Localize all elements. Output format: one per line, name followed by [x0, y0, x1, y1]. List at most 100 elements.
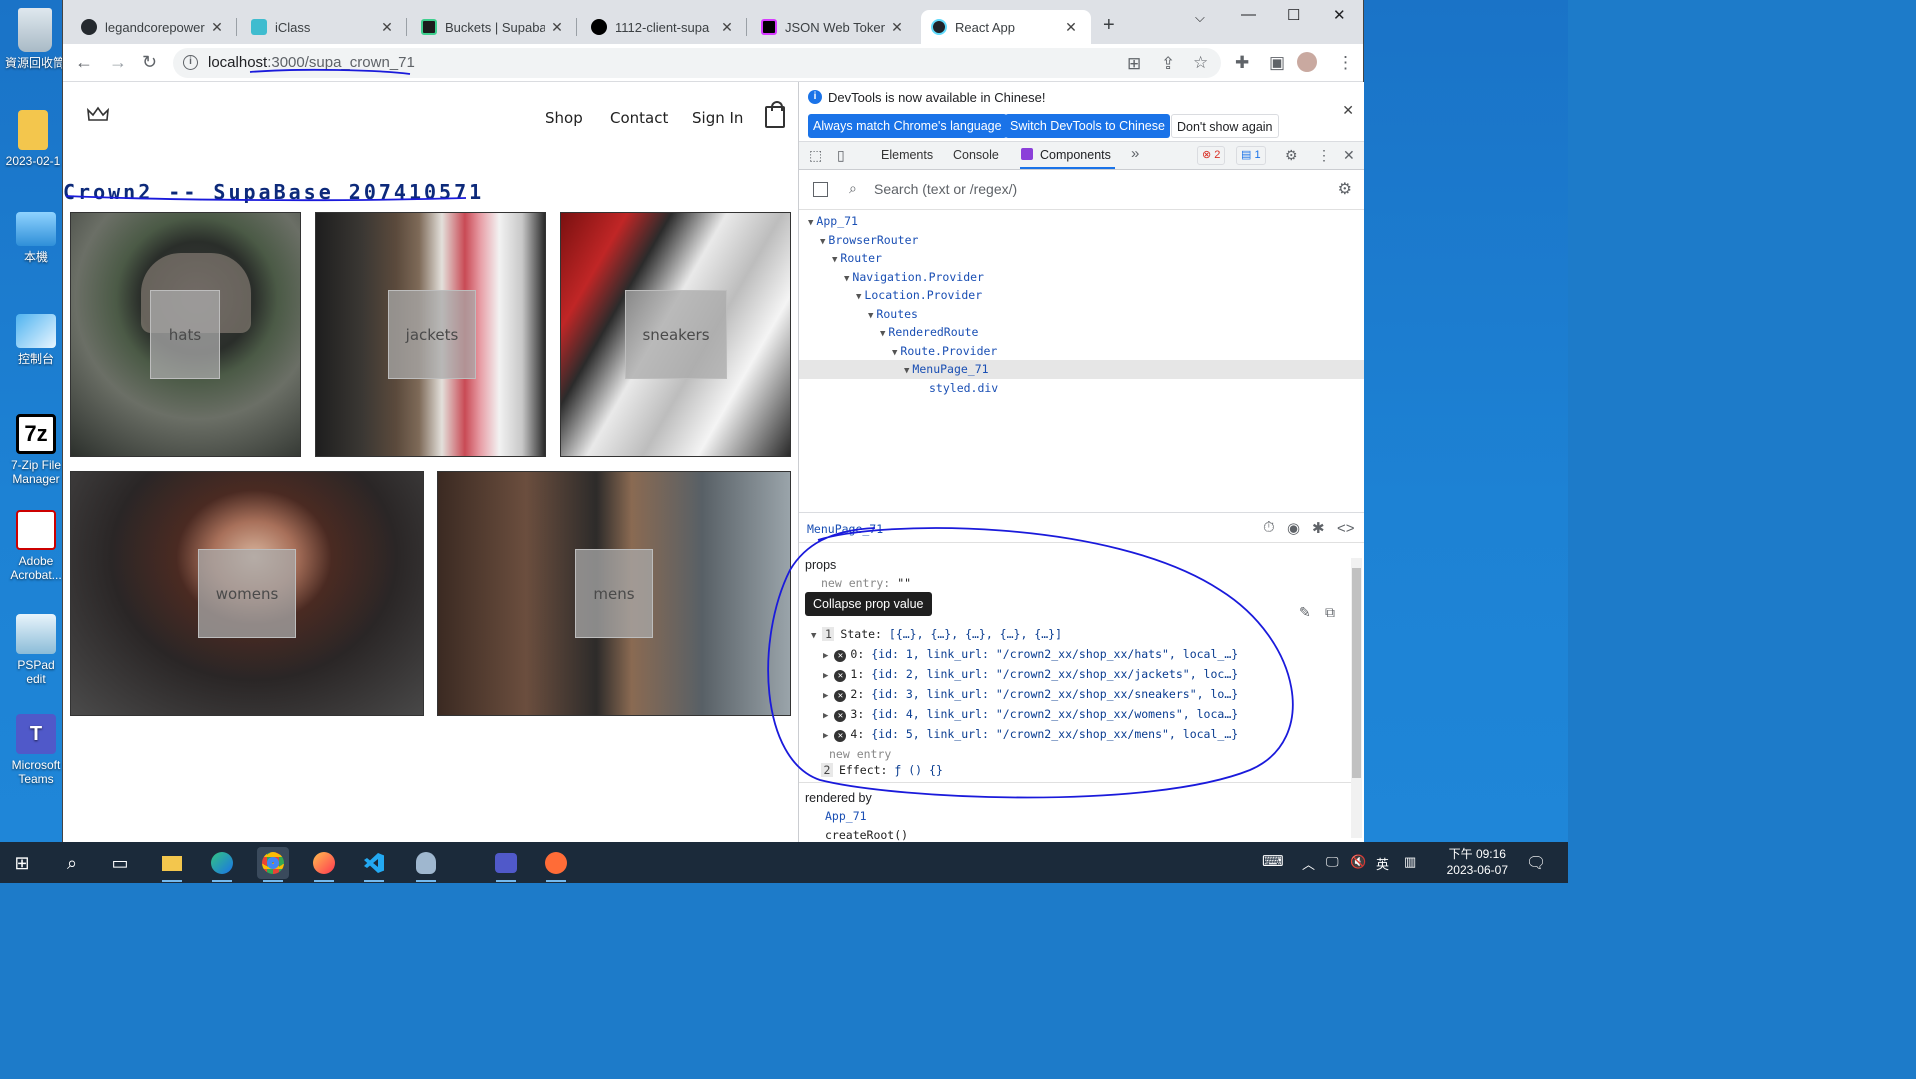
delete-icon[interactable]: ✕ — [834, 650, 847, 662]
ime-mode-icon[interactable]: ▥ — [1404, 854, 1416, 870]
category-card-jackets[interactable]: jackets — [315, 212, 546, 457]
tab-elements[interactable]: Elements — [881, 148, 933, 162]
shopping-bag-icon[interactable] — [765, 101, 785, 128]
inspect-element-icon[interactable]: ⬚ — [809, 147, 822, 164]
nav-sign-in-link[interactable]: Sign In — [692, 109, 743, 127]
hook-state-row[interactable]: ▼ 1 State: [{…}, {…}, {…}, {…}, {…}] — [811, 627, 1062, 641]
ime-indicator[interactable]: 英 — [1376, 854, 1389, 873]
tree-node[interactable]: ▼ Navigation.Provider — [799, 268, 1364, 287]
view-source-icon[interactable]: <> — [1337, 520, 1355, 537]
forward-icon[interactable]: → — [109, 52, 127, 73]
info-icon[interactable]: i — [183, 55, 198, 70]
delete-icon[interactable]: ✕ — [834, 690, 847, 702]
close-window-icon[interactable]: ✕ — [1333, 6, 1346, 24]
postman-icon[interactable] — [540, 847, 572, 882]
category-card-womens[interactable]: womens — [70, 471, 424, 716]
teams-taskbar-icon[interactable] — [490, 847, 522, 882]
tree-node[interactable]: styled.div — [799, 379, 1364, 398]
message-count-badge[interactable]: ▤ 1 — [1236, 146, 1266, 165]
settings-gear-icon[interactable]: ⚙ — [1338, 179, 1352, 199]
desktop-icon-acrobat[interactable]: Adobe Acrobat... — [6, 510, 66, 582]
vscode-icon[interactable] — [358, 847, 390, 882]
state-item[interactable]: ▶ ✕ 1: {id: 2, link_url: "/crown2_xx/shop_… — [823, 667, 1238, 682]
desktop-icon-teams[interactable]: T Microsoft Teams — [6, 714, 66, 786]
desktop-icon-computer[interactable]: 本機 — [6, 212, 66, 264]
postgres-icon[interactable] — [410, 847, 442, 882]
file-explorer-icon[interactable] — [156, 847, 188, 882]
delete-icon[interactable]: ✕ — [834, 730, 847, 742]
nav-shop-link[interactable]: Shop — [545, 109, 583, 127]
desktop-icon-recycle-bin[interactable]: 資源回收筒 — [5, 8, 65, 70]
maximize-icon[interactable]: ☐ — [1287, 6, 1300, 24]
tab-supabase[interactable]: Buckets | Supabas ✕ — [411, 10, 577, 44]
select-component-icon[interactable] — [813, 182, 828, 197]
settings-gear-icon[interactable]: ⚙ — [1285, 147, 1298, 164]
category-card-sneakers[interactable]: sneakers — [560, 212, 791, 457]
close-icon[interactable]: ✕ — [549, 19, 565, 36]
tree-node[interactable]: ▼ Location.Provider — [799, 286, 1364, 305]
desktop-icon-control-panel[interactable]: 控制台 — [6, 314, 66, 366]
tree-node[interactable]: ▼ BrowserRouter — [799, 231, 1364, 250]
eye-icon[interactable]: ◉ — [1287, 519, 1300, 537]
delete-icon[interactable]: ✕ — [834, 710, 847, 722]
timer-icon[interactable]: ⏱ — [1263, 519, 1275, 536]
state-new-entry[interactable]: new entry — [829, 747, 891, 761]
scrollbar-thumb[interactable] — [1352, 568, 1361, 778]
state-item[interactable]: ▶ ✕ 4: {id: 5, link_url: "/crown2_xx/shop_… — [823, 727, 1238, 742]
search-icon[interactable]: ⌕ — [56, 847, 88, 879]
devtools-menu-icon[interactable]: ⋮ — [1317, 147, 1331, 164]
reload-icon[interactable]: ↻ — [142, 52, 157, 73]
crown-logo-icon[interactable] — [87, 106, 109, 122]
side-panel-icon[interactable]: ▣ — [1269, 53, 1285, 73]
tab-console[interactable]: Console — [953, 148, 999, 162]
notifications-icon[interactable]: 🗨 — [1526, 853, 1546, 873]
task-view-icon[interactable]: ▭ — [104, 847, 136, 879]
error-count-badge[interactable]: ⊗ 2 — [1197, 146, 1226, 165]
menu-kebab-icon[interactable]: ⋮ — [1337, 53, 1354, 73]
category-card-mens[interactable]: mens — [437, 471, 791, 716]
switch-to-chinese-button[interactable]: Switch DevTools to Chinese — [1005, 114, 1170, 138]
desktop-icon-folder[interactable]: 2023-02-1 — [3, 110, 63, 168]
new-tab-icon[interactable]: + — [1103, 14, 1115, 37]
volume-muted-icon[interactable]: 🔇 — [1350, 854, 1366, 870]
tree-node-selected[interactable]: ▼ MenuPage_71 — [799, 360, 1364, 379]
device-toolbar-icon[interactable]: ▯ — [837, 147, 845, 164]
share-icon[interactable]: ⇪ — [1161, 54, 1175, 74]
tree-node[interactable]: ▼ Router — [799, 249, 1364, 268]
desktop-icon-pspad[interactable]: PSPad edit — [6, 614, 66, 686]
copy-icon[interactable]: ⧉ — [1325, 604, 1335, 621]
inspector-scrollbar[interactable] — [1351, 558, 1362, 838]
state-item[interactable]: ▶ ✕ 3: {id: 4, link_url: "/crown2_xx/shop_… — [823, 707, 1238, 722]
show-hidden-icons[interactable]: ︿ — [1302, 854, 1315, 873]
more-tabs-icon[interactable]: » — [1131, 145, 1139, 162]
close-icon[interactable]: ✕ — [1063, 19, 1079, 36]
category-card-hats[interactable]: hats — [70, 212, 301, 457]
profile-avatar[interactable] — [1297, 52, 1317, 72]
tab-github[interactable]: legandcorepower ✕ — [71, 10, 237, 44]
desktop-icon-7zip[interactable]: 7z 7-Zip File Manager — [6, 414, 66, 486]
translate-icon[interactable]: ⊞ — [1127, 54, 1141, 74]
tab-vercel[interactable]: 1112-client-supa ✕ — [581, 10, 747, 44]
bookmark-star-icon[interactable]: ☆ — [1193, 53, 1208, 73]
tree-node[interactable]: ▼ App_71 — [799, 212, 1364, 231]
keyboard-icon[interactable]: ⌨ — [1262, 852, 1284, 870]
extensions-icon[interactable]: ✚ — [1235, 53, 1249, 73]
close-icon[interactable]: ✕ — [719, 19, 735, 36]
start-windows-icon[interactable]: ⊞ — [6, 847, 38, 879]
tree-node[interactable]: ▼ Route.Provider — [799, 342, 1364, 361]
delete-icon[interactable]: ✕ — [834, 670, 847, 682]
close-icon[interactable]: ✕ — [889, 19, 905, 36]
search-input[interactable]: Search (text or /regex/) — [874, 181, 1017, 197]
close-devtools-icon[interactable]: ✕ — [1343, 147, 1355, 164]
tree-node[interactable]: ▼ Routes — [799, 305, 1364, 324]
dont-show-again-button[interactable]: Don't show again — [1171, 114, 1279, 138]
chrome-icon[interactable] — [257, 847, 289, 882]
close-icon[interactable]: ✕ — [1342, 102, 1354, 119]
hook-effect-row[interactable]: 2 Effect: ƒ () {} — [821, 763, 943, 777]
tab-search-icon[interactable]: ⌵ — [1195, 10, 1205, 26]
close-icon[interactable]: ✕ — [379, 19, 395, 36]
tree-node[interactable]: ▼ RenderedRoute — [799, 323, 1364, 342]
edge-icon[interactable] — [206, 847, 238, 882]
tab-components[interactable]: Components — [1020, 148, 1115, 169]
props-new-entry[interactable]: new entry: "" — [821, 576, 911, 590]
